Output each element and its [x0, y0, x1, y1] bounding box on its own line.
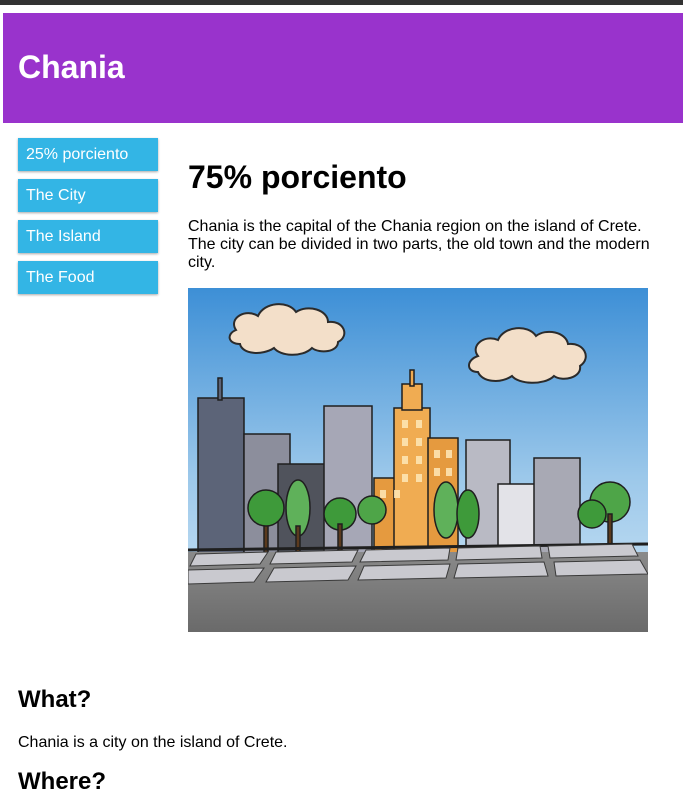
section-heading-where: Where?	[18, 768, 107, 795]
main-paragraph: Chania is the capital of the Chania regi…	[188, 218, 650, 271]
page-title: Chania	[18, 49, 125, 85]
side-menu: 25% porciento The City The Island The Fo…	[18, 138, 158, 302]
menu-item-the-city[interactable]: The City	[18, 179, 158, 212]
main-heading: 75% porciento	[188, 159, 407, 195]
city-illustration	[188, 288, 648, 632]
menu-item-the-island[interactable]: The Island	[18, 220, 158, 253]
page-header: Chania	[3, 13, 683, 123]
section-heading-what: What?	[18, 686, 92, 713]
menu-item-25-porciento[interactable]: 25% porciento	[18, 138, 158, 171]
menu-item-the-food[interactable]: The Food	[18, 261, 158, 294]
section-text-what: Chania is a city on the island of Crete.	[18, 734, 288, 751]
top-bar	[0, 0, 683, 5]
